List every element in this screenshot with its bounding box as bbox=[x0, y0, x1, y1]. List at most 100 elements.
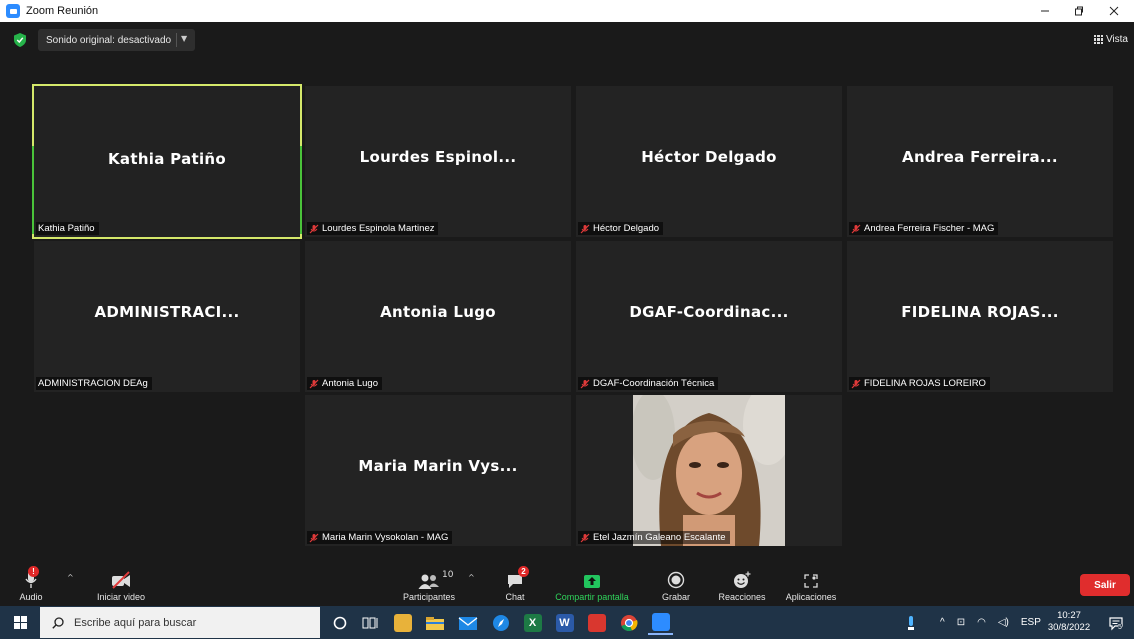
mic-muted-icon bbox=[309, 379, 319, 388]
video-tile-lourdes[interactable]: Lourdes Espinol... Lourdes Espinola Mart… bbox=[305, 86, 571, 237]
participant-name: ADMINISTRACION DEAg bbox=[38, 378, 148, 389]
participant-name-label: DGAF-Coordinación Técnica bbox=[578, 377, 719, 390]
taskbar-clock[interactable]: 10:27 30/8/2022 bbox=[1044, 610, 1094, 634]
mic-muted-icon bbox=[851, 379, 861, 388]
video-tile-kathia[interactable]: Kathia Patiño Kathia Patiño bbox=[32, 84, 302, 239]
participant-name: Antonia Lugo bbox=[322, 378, 378, 389]
participant-name: Héctor Delgado bbox=[593, 223, 660, 234]
zoom-app-icon bbox=[651, 612, 670, 631]
clock-time: 10:27 bbox=[1057, 610, 1081, 621]
participant-display-name: Lourdes Espinol... bbox=[359, 148, 517, 166]
audio-options-chevron-icon[interactable]: ^ bbox=[67, 573, 74, 582]
apps-grid-icon bbox=[804, 574, 818, 588]
apps-button[interactable]: Aplicaciones bbox=[782, 565, 840, 602]
task-view-button[interactable] bbox=[357, 610, 382, 635]
taskbar-mail-app[interactable] bbox=[455, 610, 480, 635]
video-tile-etel[interactable]: Etel Jazmín Galeano Escalante bbox=[576, 395, 842, 546]
apps-label: Aplicaciones bbox=[785, 592, 837, 602]
minimize-icon bbox=[1041, 10, 1049, 12]
share-screen-label: Compartir pantalla bbox=[555, 592, 629, 602]
system-tray bbox=[906, 606, 916, 639]
view-label: Vista bbox=[1105, 34, 1128, 45]
participant-name-label: Héctor Delgado bbox=[578, 222, 664, 235]
video-tile-fidelina[interactable]: FIDELINA ROJAS... FIDELINA ROJAS LOREIRO bbox=[847, 241, 1113, 392]
anydesk-icon bbox=[587, 613, 606, 632]
cortana-button[interactable] bbox=[327, 610, 352, 635]
mic-muted-icon bbox=[580, 224, 590, 233]
security-shield-icon[interactable] bbox=[14, 33, 26, 47]
minimize-button[interactable] bbox=[1028, 0, 1062, 22]
onedrive-icon[interactable]: ⊡ bbox=[957, 617, 965, 628]
taskbar-store-app[interactable] bbox=[390, 610, 415, 635]
share-screen-icon bbox=[584, 575, 600, 588]
input-language[interactable]: ESP bbox=[1021, 617, 1041, 628]
taskbar-chrome-browser[interactable] bbox=[616, 610, 641, 635]
participant-name: Kathia Patiño bbox=[38, 223, 95, 234]
mic-muted-icon bbox=[851, 224, 861, 233]
chrome-icon bbox=[620, 614, 638, 631]
record-label: Grabar bbox=[661, 592, 690, 602]
participant-name-label: FIDELINA ROJAS LOREIRO bbox=[849, 377, 990, 390]
participant-name-label: ADMINISTRACION DEAg bbox=[36, 377, 152, 390]
share-screen-button[interactable]: Compartir pantalla bbox=[553, 565, 631, 602]
taskbar-edge-browser[interactable] bbox=[488, 610, 513, 635]
video-tile-dgaf[interactable]: DGAF-Coordinac... DGAF-Coordinación Técn… bbox=[576, 241, 842, 392]
reactions-button[interactable]: Reacciones bbox=[716, 565, 768, 602]
video-tile-administracion[interactable]: ADMINISTRACI... ADMINISTRACION DEAg bbox=[34, 241, 300, 392]
video-tile-antonia[interactable]: Antonia Lugo Antonia Lugo bbox=[305, 241, 571, 392]
close-button[interactable] bbox=[1097, 0, 1131, 22]
excel-icon: X bbox=[523, 613, 542, 632]
chevron-down-icon[interactable]: ▼ bbox=[181, 34, 187, 43]
browser-compass-icon bbox=[492, 614, 509, 631]
participant-display-name: ADMINISTRACI... bbox=[94, 303, 240, 321]
participants-label: Participantes bbox=[402, 592, 456, 602]
participant-name-label: Andrea Ferreira Fischer - MAG bbox=[849, 222, 999, 235]
taskbar-file-explorer[interactable] bbox=[422, 610, 447, 635]
participants-icon bbox=[418, 574, 439, 589]
touch-keyboard-icon[interactable] bbox=[906, 615, 916, 631]
participant-name-label: Kathia Patiño bbox=[36, 222, 99, 235]
taskbar-zoom-app[interactable] bbox=[648, 610, 673, 635]
network-icon[interactable]: ◠ bbox=[977, 617, 986, 628]
grid-view-icon bbox=[1093, 35, 1103, 44]
divider bbox=[176, 33, 177, 47]
cortana-circle-icon bbox=[333, 616, 346, 629]
volume-icon[interactable]: ◁) bbox=[998, 617, 1009, 628]
search-placeholder: Escribe aquí para buscar bbox=[74, 616, 197, 629]
participants-options-chevron-icon[interactable]: ^ bbox=[468, 573, 475, 582]
audio-label: Audio bbox=[19, 592, 43, 602]
notification-center-button[interactable]: 5 bbox=[1108, 606, 1124, 639]
original-sound-toggle[interactable]: Sonido original: desactivado ▼ bbox=[38, 29, 195, 51]
start-button[interactable] bbox=[0, 606, 40, 639]
taskbar-search-box[interactable]: Escribe aquí para buscar bbox=[40, 607, 320, 638]
participant-name-label: Antonia Lugo bbox=[307, 377, 382, 390]
search-icon bbox=[52, 616, 64, 629]
window-title: Zoom Reunión bbox=[26, 5, 99, 17]
participant-name: Lourdes Espinola Martinez bbox=[322, 223, 435, 234]
video-tile-andrea[interactable]: Andrea Ferreira... Andrea Ferreira Fisch… bbox=[847, 86, 1113, 237]
participant-name: DGAF-Coordinación Técnica bbox=[593, 378, 715, 389]
video-tile-maria[interactable]: Maria Marin Vys... Maria Marin Vysokolan… bbox=[305, 395, 571, 546]
video-tile-hector[interactable]: Héctor Delgado Héctor Delgado bbox=[576, 86, 842, 237]
view-button[interactable]: Vista bbox=[1093, 34, 1128, 45]
clock-date: 30/8/2022 bbox=[1047, 622, 1091, 633]
zoom-window: Zoom Reunión Sonido original: desactivad… bbox=[0, 0, 1134, 639]
taskbar-excel-app[interactable]: X bbox=[520, 610, 545, 635]
taskbar-word-app[interactable]: W bbox=[552, 610, 577, 635]
participants-count: 10 bbox=[442, 570, 454, 580]
taskbar-anydesk-app[interactable] bbox=[584, 610, 609, 635]
chat-label: Chat bbox=[505, 592, 525, 602]
participant-photo bbox=[633, 395, 785, 546]
tray-icons: ^ ⊡ ◠ ◁) ESP bbox=[940, 606, 1041, 639]
leave-meeting-button[interactable]: Salir bbox=[1080, 574, 1130, 596]
title-bar: Zoom Reunión bbox=[0, 0, 1134, 22]
start-video-button[interactable]: Iniciar video bbox=[92, 565, 150, 602]
store-icon bbox=[393, 613, 412, 632]
mic-muted-icon bbox=[580, 379, 590, 388]
record-button[interactable]: Grabar bbox=[660, 565, 692, 602]
participant-name: Maria Marin Vysokolan - MAG bbox=[322, 532, 449, 543]
chevron-up-icon[interactable]: ^ bbox=[940, 617, 945, 628]
restore-button[interactable] bbox=[1062, 0, 1096, 22]
emoji-reaction-icon bbox=[734, 571, 751, 588]
participant-name-label: Lourdes Espinola Martinez bbox=[307, 222, 439, 235]
